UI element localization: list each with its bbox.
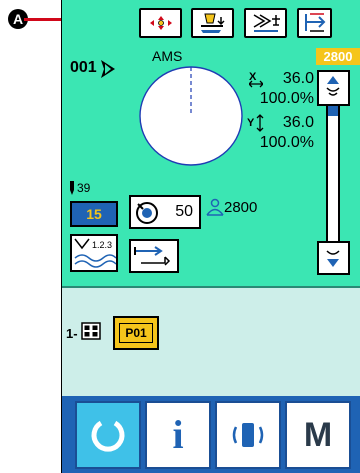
needle-value-button[interactable]: 15 (70, 201, 118, 227)
svg-text:X: X (249, 71, 257, 83)
x-scale-icon: X (249, 71, 263, 88)
x-scale-value: 36.0 (282, 70, 314, 87)
speed-dial-icon (136, 202, 158, 224)
pattern-arrow-icon (101, 60, 115, 78)
pattern-shape-preview (139, 66, 243, 166)
stitch-type-icon: 1.2.3 (74, 238, 117, 268)
scroll-down-button[interactable] (317, 241, 350, 275)
program-p01-button[interactable]: P01 (113, 316, 159, 350)
scroll-track[interactable] (326, 106, 340, 241)
needle-icon (70, 181, 74, 195)
sewing-type-label: AMS (152, 48, 183, 64)
svg-text:1.2.3: 1.2.3 (92, 240, 112, 250)
presser-foot-button[interactable] (191, 8, 234, 38)
program-label: P01 (119, 323, 153, 343)
y-scale-icon: Y (247, 114, 264, 132)
y-scale-value: 36.0 (282, 114, 314, 131)
scroll-up-button[interactable] (317, 70, 350, 106)
scroll-down-icon (326, 250, 340, 267)
y-scale-percent: 100.0% (259, 134, 314, 151)
information-button[interactable]: i (145, 401, 211, 469)
stitch-type-button[interactable]: 1.2.3 (70, 234, 118, 272)
threading-icon (304, 13, 325, 32)
ready-button[interactable] (75, 401, 141, 469)
counter-value-display: 2800 (316, 48, 360, 65)
threading-button[interactable] (297, 8, 332, 38)
program-area (62, 286, 360, 396)
scroll-up-icon (326, 76, 340, 96)
x-scale-percent: 100.0% (259, 90, 314, 107)
communication-button[interactable] (215, 401, 281, 469)
bobbin-winder-button[interactable] (129, 239, 179, 273)
counter-value: 2800 (224, 199, 258, 216)
move-cross-icon (149, 16, 172, 30)
pattern-number: 001 (70, 59, 97, 76)
scroll-thumb[interactable] (328, 106, 338, 116)
thread-winder-icon (253, 14, 280, 32)
speed-button[interactable]: 50 (129, 195, 201, 229)
svg-text:Y: Y (247, 117, 255, 129)
presser-foot-icon (200, 13, 225, 33)
needle-label: 39 (77, 181, 91, 195)
speed-value: 50 (175, 203, 193, 220)
program-grid-icon (81, 322, 101, 340)
program-prefix: 1- (66, 326, 78, 341)
pattern-number-button[interactable]: 001 (70, 55, 120, 85)
center-move-button[interactable] (139, 8, 182, 38)
bobbin-winder-icon (134, 246, 171, 266)
ready-icon (91, 420, 125, 452)
needle-value: 15 (86, 206, 102, 222)
counter-icon (206, 198, 224, 216)
thread-winding-button[interactable] (244, 8, 287, 38)
communication-icon (232, 423, 264, 447)
mode-button[interactable]: M (285, 401, 351, 469)
mode-label: M (303, 416, 333, 454)
info-icon: i (172, 412, 184, 457)
